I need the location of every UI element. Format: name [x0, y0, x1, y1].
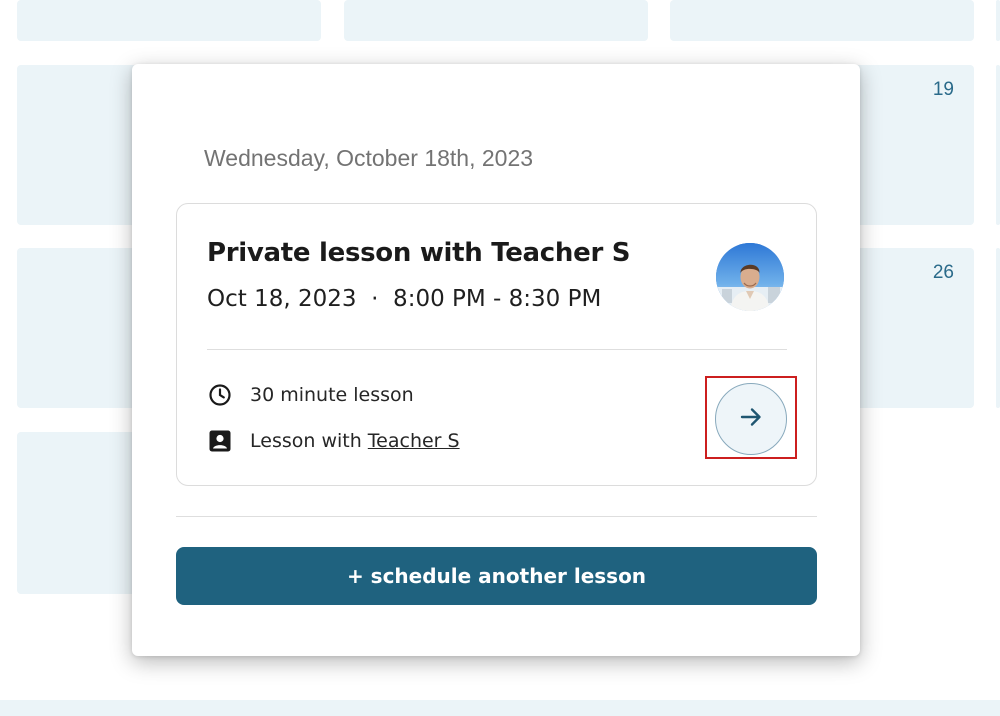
card-divider	[207, 349, 787, 350]
lesson-details-modal: Wednesday, October 18th, 2023 Private le…	[132, 64, 860, 656]
calendar-day-number: 19	[932, 79, 954, 100]
highlight-frame	[705, 376, 797, 459]
lesson-title: Private lesson with Teacher S	[207, 238, 631, 268]
calendar-cell[interactable]	[996, 248, 1000, 408]
calendar-cell[interactable]	[996, 65, 1000, 225]
duration-row: 30 minute lesson	[207, 382, 414, 408]
open-lesson-button[interactable]	[715, 383, 787, 455]
calendar-day-number: 26	[932, 262, 954, 283]
teacher-avatar[interactable]	[716, 243, 784, 311]
calendar-cell[interactable]	[996, 0, 1000, 41]
teacher-row: Lesson with Teacher S	[207, 428, 460, 454]
lesson-card: Private lesson with Teacher S Oct 18, 20…	[176, 203, 817, 486]
modal-date-heading: Wednesday, October 18th, 2023	[204, 145, 534, 171]
teacher-link[interactable]: Teacher S	[368, 430, 460, 452]
lesson-time: Oct 18, 2023 · 8:00 PM - 8:30 PM	[207, 286, 602, 312]
schedule-another-lesson-button[interactable]: + schedule another lesson	[176, 547, 817, 605]
duration-text: 30 minute lesson	[250, 384, 414, 406]
teacher-text: Lesson with Teacher S	[250, 430, 460, 452]
teacher-prefix: Lesson with	[250, 430, 368, 452]
modal-divider	[176, 516, 817, 517]
person-badge-icon	[207, 428, 233, 454]
arrow-right-icon	[737, 403, 765, 436]
calendar-cell[interactable]	[344, 0, 648, 41]
calendar-page: 19 26 Wednesday, October 18th, 2023 Priv…	[0, 0, 1000, 716]
clock-icon	[207, 382, 233, 408]
calendar-cell[interactable]	[670, 0, 974, 41]
calendar-cell[interactable]	[17, 0, 321, 41]
calendar-footer-strip	[0, 700, 1000, 716]
